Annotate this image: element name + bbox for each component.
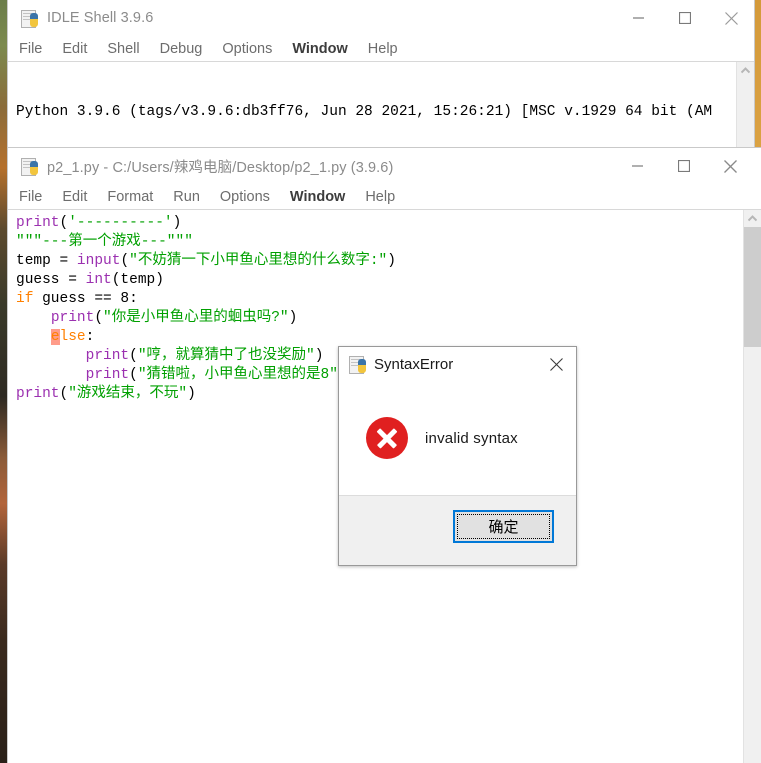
dialog-footer: 确定: [339, 495, 576, 565]
idle-shell-window[interactable]: IDLE Shell 3.9.6 File Edit Shell Debug O…: [8, 0, 754, 148]
python-file-icon: [349, 355, 366, 374]
scroll-up-arrow-icon[interactable]: [744, 210, 761, 227]
code-token: """---第一个游戏---""": [16, 234, 193, 250]
code-line: temp = input("不妨猜一下小甲鱼心里想的什么数字:"): [16, 252, 396, 271]
menu-help[interactable]: Help: [368, 41, 398, 57]
code-token: e: [50, 329, 60, 345]
code-token: print: [85, 348, 130, 364]
shell-window-title: IDLE Shell 3.9.6: [47, 10, 154, 26]
close-icon[interactable]: [536, 347, 576, 381]
code-line: print("你是小甲鱼心里的蛔虫吗?"): [16, 309, 396, 328]
shell-output-area[interactable]: Python 3.9.6 (tags/v3.9.6:db3ff76, Jun 2…: [8, 62, 754, 148]
shell-window-controls[interactable]: [616, 0, 754, 36]
menu-help[interactable]: Help: [365, 189, 395, 205]
code-token: "游戏结束，不玩": [68, 386, 188, 402]
code-token: ): [387, 253, 396, 269]
code-token: guess == 8:: [33, 291, 138, 307]
code-token: ): [288, 310, 298, 326]
code-token: print: [16, 386, 60, 402]
close-icon[interactable]: [707, 148, 753, 184]
code-token: :: [85, 329, 95, 345]
editor-vertical-scrollbar[interactable]: [743, 210, 761, 763]
code-token: lse: [59, 329, 86, 345]
code-token: (: [94, 310, 104, 326]
shell-line-0: Python 3.9.6 (tags/v3.9.6:db3ff76, Jun 2…: [16, 104, 713, 120]
code-line: else:: [16, 328, 396, 347]
menu-window[interactable]: Window: [290, 189, 345, 205]
code-token: ): [172, 215, 182, 231]
python-file-icon: [21, 157, 38, 176]
code-token: (: [59, 215, 69, 231]
code-token: (: [129, 348, 138, 364]
close-icon[interactable]: [708, 0, 754, 36]
code-line: print('----------'): [16, 214, 396, 233]
editor-menubar[interactable]: File Edit Format Run Options Window Help: [8, 184, 761, 210]
code-line: if guess == 8:: [16, 290, 396, 309]
code-token: print: [16, 215, 60, 231]
code-token: int: [85, 272, 112, 288]
code-token: "不妨猜一下小甲鱼心里想的什么数字:": [129, 253, 388, 269]
dialog-title: SyntaxError: [374, 355, 454, 373]
maximize-icon[interactable]: [662, 0, 708, 36]
code-token: print: [85, 367, 130, 383]
code-token: (: [129, 367, 138, 383]
menu-file[interactable]: File: [19, 41, 42, 57]
code-token: "哼，就算猜中了也没奖励": [137, 348, 315, 364]
shell-vertical-scrollbar[interactable]: [736, 62, 754, 148]
menu-format[interactable]: Format: [107, 189, 153, 205]
menu-edit[interactable]: Edit: [62, 41, 87, 57]
code-token: '----------': [68, 215, 173, 231]
menu-debug[interactable]: Debug: [160, 41, 203, 57]
shell-titlebar[interactable]: IDLE Shell 3.9.6: [8, 0, 754, 36]
menu-options[interactable]: Options: [222, 41, 272, 57]
code-line: guess = int(temp): [16, 271, 396, 290]
syntax-error-dialog[interactable]: SyntaxError invalid syntax 确定: [338, 346, 577, 566]
code-token: ): [314, 348, 324, 364]
code-token: print: [50, 310, 95, 326]
code-token: (: [59, 386, 69, 402]
code-token: if: [16, 291, 34, 307]
code-token: (temp): [111, 272, 164, 288]
dialog-titlebar[interactable]: SyntaxError: [339, 347, 576, 381]
code-token: "猜错啦，小甲鱼心里想的是8": [137, 367, 338, 383]
menu-file[interactable]: File: [19, 189, 42, 205]
minimize-icon[interactable]: [616, 0, 662, 36]
menu-options[interactable]: Options: [220, 189, 270, 205]
code-token: ): [187, 386, 196, 402]
maximize-icon[interactable]: [661, 148, 707, 184]
code-token: guess =: [16, 272, 86, 288]
dialog-body: invalid syntax: [339, 381, 576, 495]
code-token: "你是小甲鱼心里的蛔虫吗?": [103, 310, 289, 326]
ok-button-label: 确定: [488, 519, 519, 536]
editor-window-title: p2_1.py - C:/Users/辣鸡电脑/Desktop/p2_1.py …: [47, 159, 394, 176]
code-token: temp =: [16, 253, 77, 269]
scrollbar-thumb[interactable]: [744, 227, 761, 347]
code-token: input: [76, 253, 121, 269]
scroll-up-arrow-icon[interactable]: [737, 62, 754, 79]
minimize-icon[interactable]: [615, 148, 661, 184]
dialog-message: invalid syntax: [425, 429, 518, 447]
editor-titlebar[interactable]: p2_1.py - C:/Users/辣鸡电脑/Desktop/p2_1.py …: [8, 148, 761, 184]
code-token: (: [120, 253, 130, 269]
code-line: """---第一个游戏---""": [16, 233, 396, 252]
menu-run[interactable]: Run: [173, 189, 200, 205]
python-file-icon: [21, 9, 38, 28]
shell-menubar[interactable]: File Edit Shell Debug Options Window Hel…: [8, 36, 754, 62]
error-cross-icon: [366, 417, 408, 459]
ok-button[interactable]: 确定: [453, 510, 554, 543]
menu-edit[interactable]: Edit: [62, 189, 87, 205]
menu-window[interactable]: Window: [292, 41, 347, 57]
editor-window-controls[interactable]: [615, 148, 753, 184]
menu-shell[interactable]: Shell: [107, 41, 139, 57]
shell-output-text: Python 3.9.6 (tags/v3.9.6:db3ff76, Jun 2…: [16, 65, 712, 148]
